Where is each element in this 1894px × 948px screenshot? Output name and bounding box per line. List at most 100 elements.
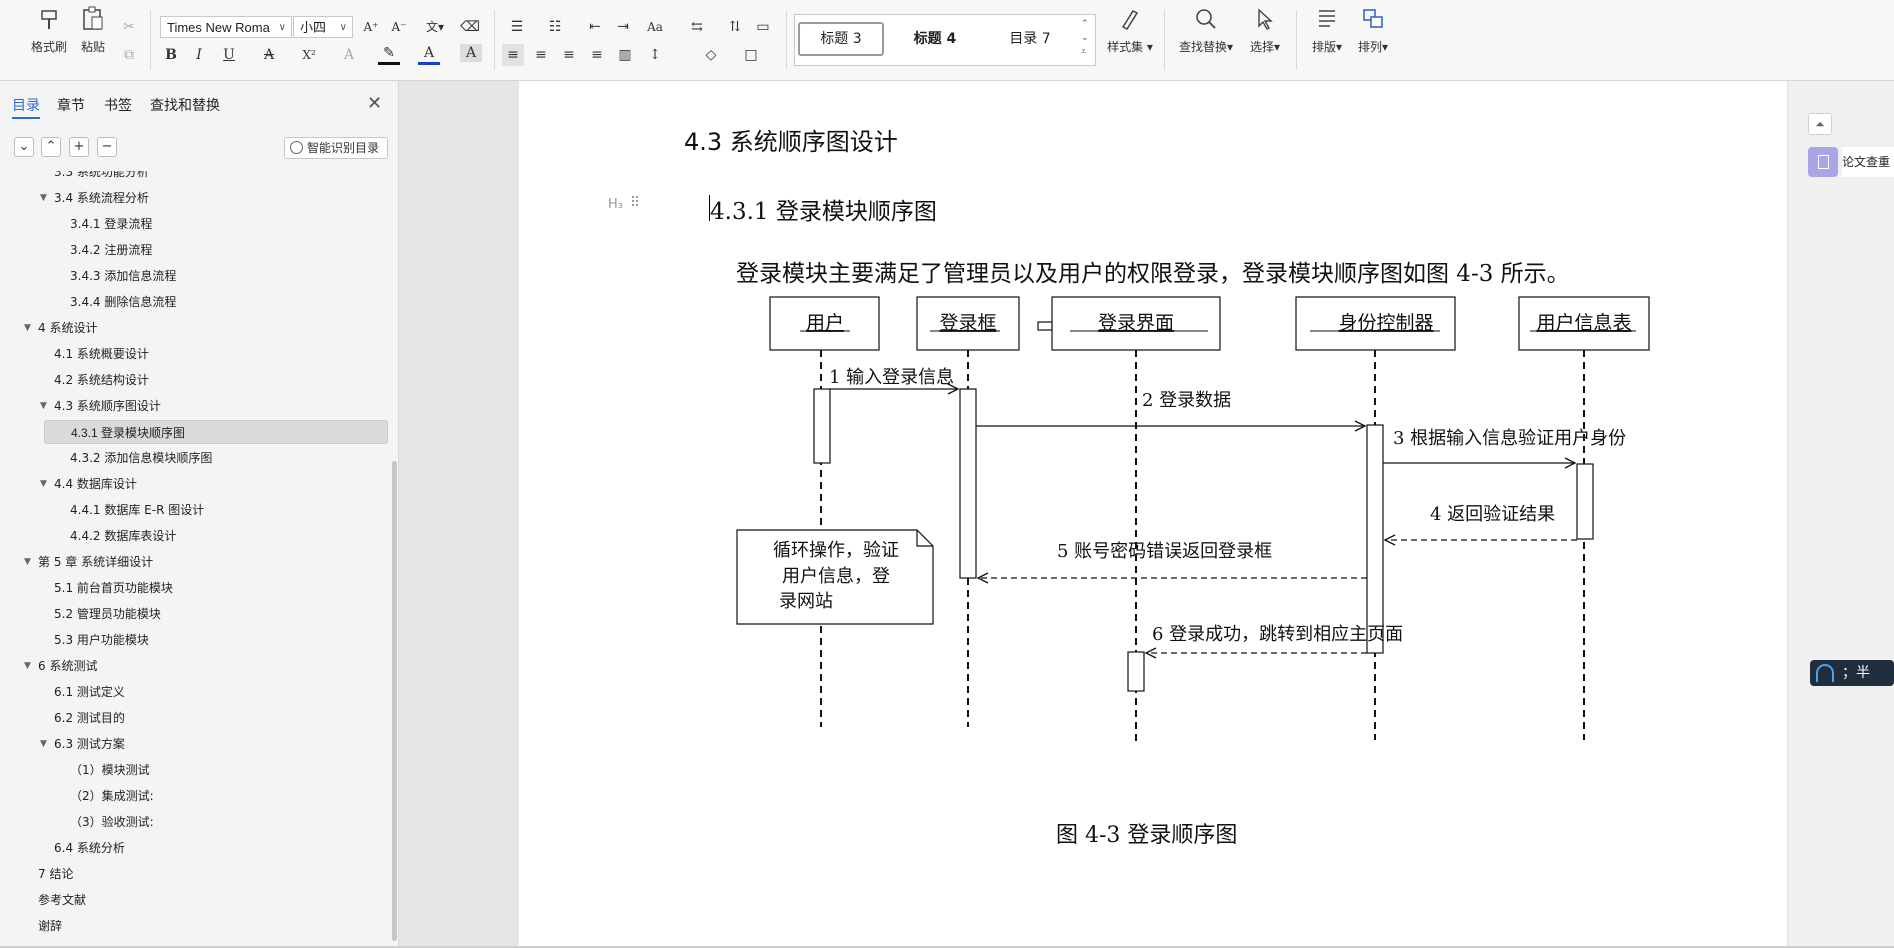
paper-check-button[interactable]: 论文查重 [1808, 147, 1894, 177]
remove-heading-icon[interactable]: − [97, 137, 117, 157]
style-heading-4[interactable]: 标题 4 [891, 22, 979, 56]
select-button[interactable]: 选择▾ [1240, 6, 1290, 55]
toc-item[interactable]: 3.4.2 注册流程 [0, 238, 390, 262]
style-toc-7[interactable]: 目录 7 [987, 22, 1073, 56]
find-replace-button[interactable]: 查找替换▾ [1176, 6, 1236, 55]
toc-item[interactable]: 6.1 测试定义 [0, 680, 390, 704]
format-painter-button[interactable]: 格式刷 [26, 6, 72, 55]
decrease-indent-icon[interactable]: ⇤ [584, 16, 606, 38]
align-right-icon[interactable]: ≡ [558, 44, 580, 66]
shrink-font-icon[interactable]: A⁻ [388, 16, 410, 38]
toc-item[interactable]: ▼ 4.4 数据库设计 [0, 472, 390, 496]
italic-icon[interactable]: I [188, 44, 210, 66]
expand-triangle-icon[interactable]: ▼ [40, 732, 47, 756]
toc-item[interactable]: 5.2 管理员功能模块 [0, 602, 390, 626]
superscript-icon[interactable]: X² [298, 44, 320, 66]
align-center-icon[interactable]: ≡ [530, 44, 552, 66]
arrange-button[interactable]: 排列▾ [1350, 6, 1396, 55]
copy-icon[interactable]: ⧉ [118, 44, 140, 66]
toc-item[interactable]: 参考文献 [0, 888, 390, 912]
collapse-panel-icon[interactable]: ⏶ [1808, 113, 1832, 135]
body-paragraph[interactable]: 登录模块主要满足了管理员以及用户的权限登录，登录模块顺序图如图 4-3 所示。 [736, 254, 1570, 288]
toc-item[interactable]: 3.3 系统功能分析 [0, 171, 390, 184]
tab-chapters[interactable]: 章节 [57, 95, 85, 115]
ime-status-bar[interactable]: ；半 [1810, 660, 1894, 686]
ai-toc-button[interactable]: 智能识别目录 [284, 137, 388, 159]
tab-find-replace[interactable]: 查找和替换 [150, 95, 220, 115]
change-case-icon[interactable]: Aa [644, 16, 666, 38]
gallery-scroll[interactable]: ⌃ ⌄ ⩡ [1081, 17, 1089, 59]
toc-item[interactable]: 谢辞 [0, 914, 390, 938]
close-icon[interactable]: ✕ [367, 93, 382, 114]
style-set-button[interactable]: 样式集 ▾ [1104, 6, 1156, 55]
toc-item[interactable]: 3.4.3 添加信息流程 [0, 264, 390, 288]
highlight-icon[interactable]: ✎ [378, 44, 400, 65]
bold-icon[interactable]: B [160, 44, 182, 66]
phonetic-guide-icon[interactable]: 文▾ [418, 16, 452, 38]
add-heading-icon[interactable]: + [69, 137, 89, 157]
font-name-select[interactable]: Times New Roma ∨ [160, 16, 292, 38]
expand-down-icon[interactable]: ⌄ [14, 137, 34, 157]
paste-button[interactable]: 粘贴 [70, 6, 116, 55]
line-spacing-icon[interactable]: ↕ [644, 44, 666, 66]
drag-handle-icon[interactable]: ⠿ [630, 195, 640, 211]
font-color-icon[interactable]: A [418, 44, 440, 65]
toc-item[interactable]: （3）验收测试: [0, 810, 390, 834]
expand-triangle-icon[interactable]: ▼ [40, 472, 47, 496]
toc-item[interactable]: 4.4.1 数据库 E-R 图设计 [0, 498, 390, 522]
border-icon[interactable]: □ [740, 44, 762, 66]
toc-item[interactable]: ▼ 6.3 测试方案 [0, 732, 390, 756]
toc-item[interactable]: 3.4.4 删除信息流程 [0, 290, 390, 314]
expand-triangle-icon[interactable]: ▼ [40, 394, 47, 418]
font-size-select[interactable]: 小四 ∨ [293, 16, 353, 38]
toc-item[interactable]: ▼ 4.3 系统顺序图设计 [0, 394, 390, 418]
shading-icon[interactable]: ◇ [700, 44, 722, 66]
toc-item[interactable]: 4.2 系统结构设计 [0, 368, 390, 392]
expand-triangle-icon[interactable]: ▼ [24, 316, 31, 340]
collapse-up-icon[interactable]: ⌃ [41, 137, 61, 157]
toc-item[interactable]: 5.1 前台首页功能模块 [0, 576, 390, 600]
style-heading-3[interactable]: 标题 3 [798, 22, 884, 56]
nav-scrollbar[interactable] [392, 461, 397, 941]
layout-button[interactable]: 排版▾ [1304, 6, 1350, 55]
toc-item[interactable]: 6.4 系统分析 [0, 836, 390, 860]
increase-indent-icon[interactable]: ⇥ [612, 16, 634, 38]
toc-item[interactable]: 6.2 测试目的 [0, 706, 390, 730]
toc-item[interactable]: 4.4.2 数据库表设计 [0, 524, 390, 548]
section-heading[interactable]: 4.3 系统顺序图设计 [684, 122, 898, 157]
bullet-list-icon[interactable]: ☰ [506, 16, 528, 38]
toc-item[interactable]: 3.4.1 登录流程 [0, 212, 390, 236]
toc-item[interactable]: 4.1 系统概要设计 [0, 342, 390, 366]
toc-item[interactable]: ▼ 4 系统设计 [0, 316, 390, 340]
clear-format-icon[interactable]: ⌫ [459, 16, 481, 38]
expand-triangle-icon[interactable]: ▼ [24, 550, 31, 574]
toc-item[interactable]: （1）模块测试 [0, 758, 390, 782]
toc-item[interactable]: （2）集成测试: [0, 784, 390, 808]
justify-icon[interactable]: ≡ [586, 44, 608, 66]
strikethrough-icon[interactable]: A [258, 44, 280, 66]
align-left-icon[interactable]: ≡ [502, 44, 524, 66]
show-marks-icon[interactable]: ▭ [752, 16, 774, 38]
toc-item[interactable]: 7 结论 [0, 862, 390, 886]
toc-item[interactable]: ▼ 第 5 章 系统详细设计 [0, 550, 390, 574]
toc-item[interactable]: 4.3.1 登录模块顺序图 [44, 420, 388, 444]
toc-item[interactable]: ▼ 3.4 系统流程分析 [0, 186, 390, 210]
text-effect-icon[interactable]: A [338, 44, 360, 66]
toc-item[interactable]: ▼ 6 系统测试 [0, 654, 390, 678]
toc-item[interactable]: 5.3 用户功能模块 [0, 628, 390, 652]
sort-icon[interactable]: ⇅ [724, 16, 746, 38]
grow-font-icon[interactable]: A⁺ [360, 16, 382, 38]
expand-triangle-icon[interactable]: ▼ [24, 654, 31, 678]
heading-level-icon[interactable]: H₃ [608, 197, 623, 212]
char-shading-icon[interactable]: A [460, 44, 482, 62]
cut-icon[interactable]: ✂ [118, 16, 140, 38]
distribute-icon[interactable]: ▥ [614, 44, 636, 66]
numbered-list-icon[interactable]: ☷ [544, 16, 566, 38]
tab-toc[interactable]: 目录 [12, 95, 40, 119]
subsection-heading[interactable]: 4.3.1 登录模块顺序图 [710, 192, 937, 226]
text-direction-icon[interactable]: ⇆ [686, 16, 708, 38]
tab-bookmarks[interactable]: 书签 [104, 95, 132, 115]
expand-triangle-icon[interactable]: ▼ [40, 186, 47, 210]
toc-item[interactable]: 4.3.2 添加信息模块顺序图 [0, 446, 390, 470]
underline-icon[interactable]: U [218, 44, 240, 66]
